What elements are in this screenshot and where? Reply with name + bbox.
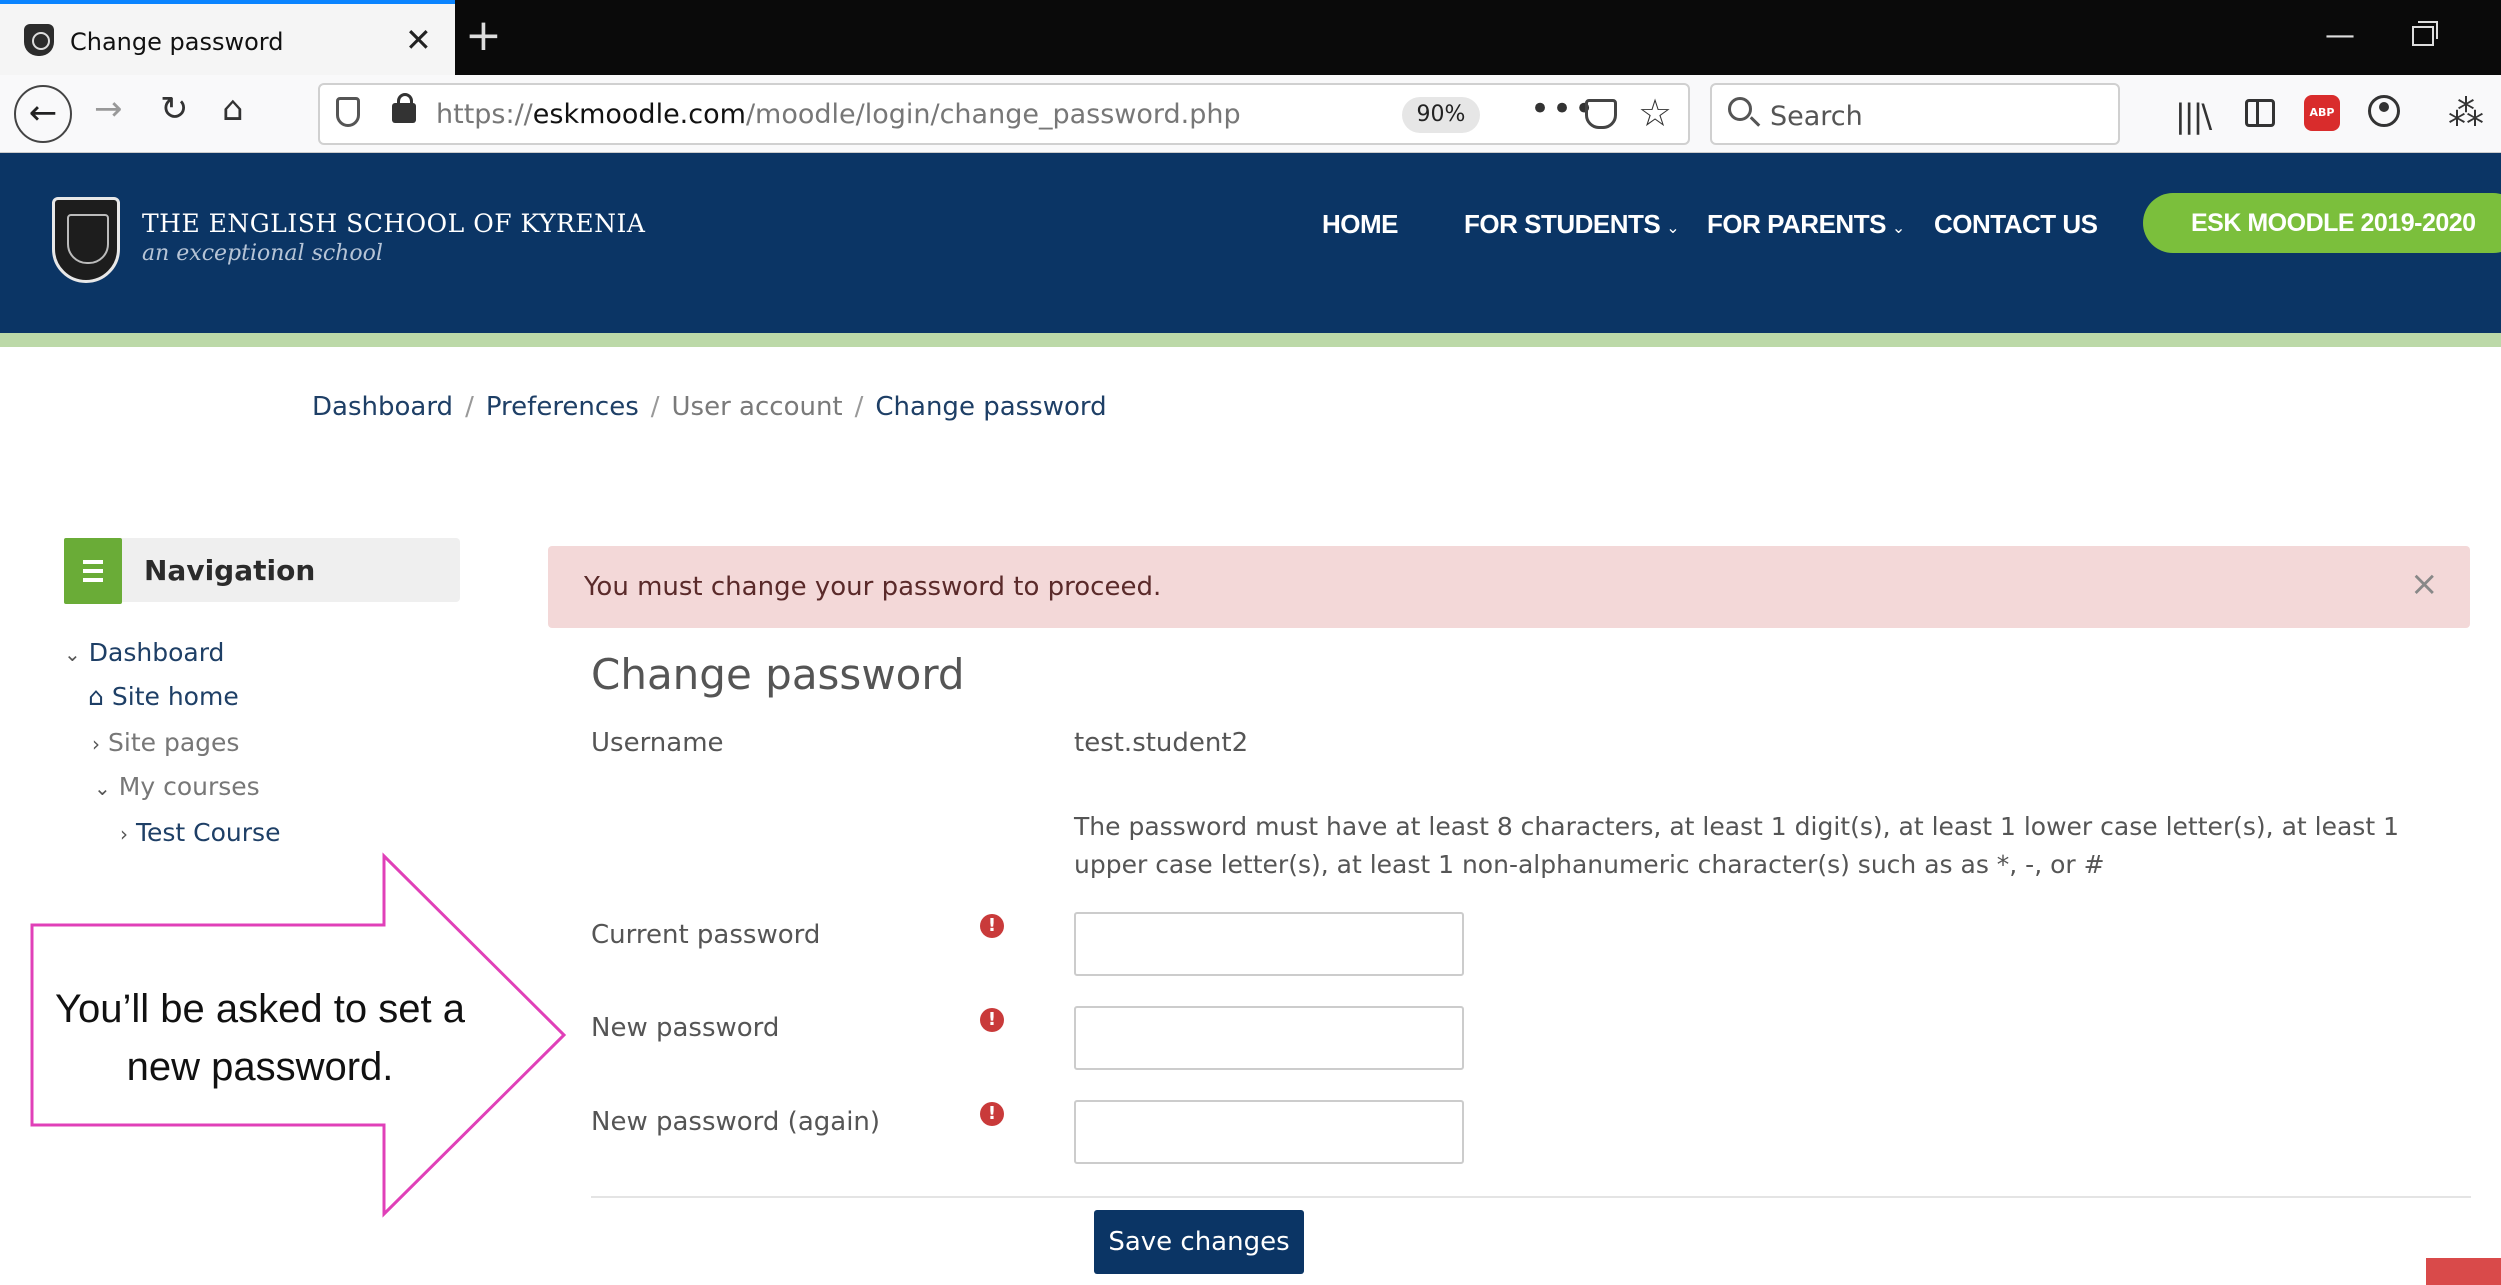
- zoom-level[interactable]: 90%: [1402, 97, 1480, 133]
- search-input[interactable]: Search: [1710, 83, 2120, 145]
- required-icon: !: [980, 1102, 1004, 1126]
- page-title: Change password: [591, 650, 965, 699]
- chevron-right-icon: ›: [92, 732, 100, 756]
- extensions-icon[interactable]: ⁂: [2448, 93, 2484, 134]
- school-tagline: an exceptional school: [142, 241, 383, 266]
- nav-contact-us[interactable]: CONTACT US: [1934, 209, 2098, 240]
- nav-item-my-courses[interactable]: ⌄ My courses: [94, 772, 260, 801]
- library-icon[interactable]: |||\: [2175, 97, 2212, 135]
- navigation-title: Navigation: [144, 554, 316, 587]
- browser-tab-bar: Change password ✕ + —: [0, 0, 2501, 75]
- close-icon[interactable]: ×: [2410, 564, 2439, 604]
- breadcrumb-dashboard[interactable]: Dashboard: [312, 392, 453, 422]
- lock-icon[interactable]: [392, 93, 416, 123]
- reload-icon[interactable]: ↻: [160, 89, 189, 129]
- nav-for-parents[interactable]: FOR PARENTS ⌄: [1707, 209, 1905, 240]
- home-icon[interactable]: ⌂: [222, 89, 244, 129]
- chevron-down-icon: ⌄: [1666, 220, 1680, 237]
- breadcrumb: Dashboard / Preferences / User account / Chang…: [312, 392, 1107, 422]
- school-crest-logo[interactable]: [52, 197, 120, 283]
- instruction-callout: You’ll be asked to set a new password.: [0, 840, 580, 1220]
- chevron-down-icon: ⌄: [1891, 220, 1905, 237]
- breadcrumb-preferences[interactable]: Preferences: [486, 392, 639, 422]
- password-change-alert: You must change your password to proceed…: [548, 546, 2470, 628]
- save-changes-button[interactable]: Save changes: [1094, 1210, 1304, 1274]
- school-name[interactable]: THE ENGLISH SCHOOL OF KYRENIA: [142, 209, 645, 238]
- new-tab-button[interactable]: +: [465, 10, 502, 61]
- moodle-year-button[interactable]: ESK MOODLE 2019-2020: [2143, 193, 2501, 253]
- school-favicon-icon: [24, 24, 54, 56]
- nav-item-site-pages[interactable]: › Site pages: [92, 728, 239, 757]
- nav-for-students[interactable]: FOR STUDENTS ⌄: [1464, 209, 1680, 240]
- current-password-label: Current password: [591, 920, 821, 950]
- navigation-block-header: Navigation: [64, 538, 460, 604]
- account-icon[interactable]: [2368, 95, 2400, 127]
- username-value: test.student2: [1074, 728, 1249, 758]
- sidebar-toggle-icon[interactable]: [2245, 99, 2275, 127]
- search-icon: [1728, 97, 1752, 121]
- search-placeholder: Search: [1770, 101, 1863, 132]
- required-icon: !: [980, 1008, 1004, 1032]
- forward-arrow-icon[interactable]: →: [94, 89, 123, 129]
- breadcrumb-user-account: User account: [671, 392, 843, 422]
- browser-tab[interactable]: Change password ✕: [0, 0, 455, 75]
- nav-home[interactable]: HOME: [1322, 209, 1399, 240]
- current-password-field[interactable]: [1074, 912, 1464, 976]
- home-icon: ⌂: [88, 682, 104, 711]
- url-text[interactable]: https://eskmoodle.com/moodle/login/chang…: [436, 99, 1241, 130]
- hamburger-menu-icon[interactable]: [64, 538, 122, 604]
- password-policy: The password must have at least 8 charac…: [1074, 812, 2399, 879]
- site-header: THE ENGLISH SCHOOL OF KYRENIA an excepti…: [0, 153, 2501, 333]
- breadcrumb-change-password[interactable]: Change password: [875, 392, 1106, 422]
- chevron-down-icon: ⌄: [94, 776, 111, 800]
- adblock-icon[interactable]: ABP: [2304, 95, 2340, 131]
- chevron-down-icon: ⌄: [64, 642, 81, 666]
- required-icon: !: [980, 914, 1004, 938]
- back-arrow-icon[interactable]: ←: [14, 85, 72, 143]
- username-label: Username: [591, 728, 724, 758]
- minimize-icon[interactable]: —: [2325, 18, 2355, 53]
- callout-text: You’ll be asked to set a new password.: [55, 987, 465, 1089]
- new-password-again-label: New password (again): [591, 1107, 881, 1137]
- corner-badge: [2426, 1258, 2501, 1285]
- close-tab-icon[interactable]: ✕: [405, 21, 432, 59]
- new-password-label: New password: [591, 1013, 780, 1043]
- nav-item-dashboard[interactable]: ⌄ Dashboard: [64, 638, 224, 667]
- tab-title: Change password: [70, 28, 284, 56]
- form-divider: [591, 1196, 2471, 1198]
- header-accent-band: [0, 333, 2501, 347]
- address-bar[interactable]: https://eskmoodle.com/moodle/login/chang…: [318, 83, 1690, 145]
- pocket-icon[interactable]: [1585, 99, 1617, 129]
- nav-item-site-home[interactable]: ⌂ Site home: [88, 682, 239, 711]
- browser-toolbar: ← → ↻ ⌂ https://eskmoodle.com/moodle/log…: [0, 75, 2501, 153]
- restore-window-icon[interactable]: [2412, 21, 2438, 46]
- alert-message: You must change your password to proceed…: [584, 572, 1162, 602]
- tracking-shield-icon[interactable]: [336, 97, 360, 127]
- bookmark-star-icon[interactable]: ☆: [1638, 91, 1672, 135]
- new-password-again-field[interactable]: [1074, 1100, 1464, 1164]
- new-password-field[interactable]: [1074, 1006, 1464, 1070]
